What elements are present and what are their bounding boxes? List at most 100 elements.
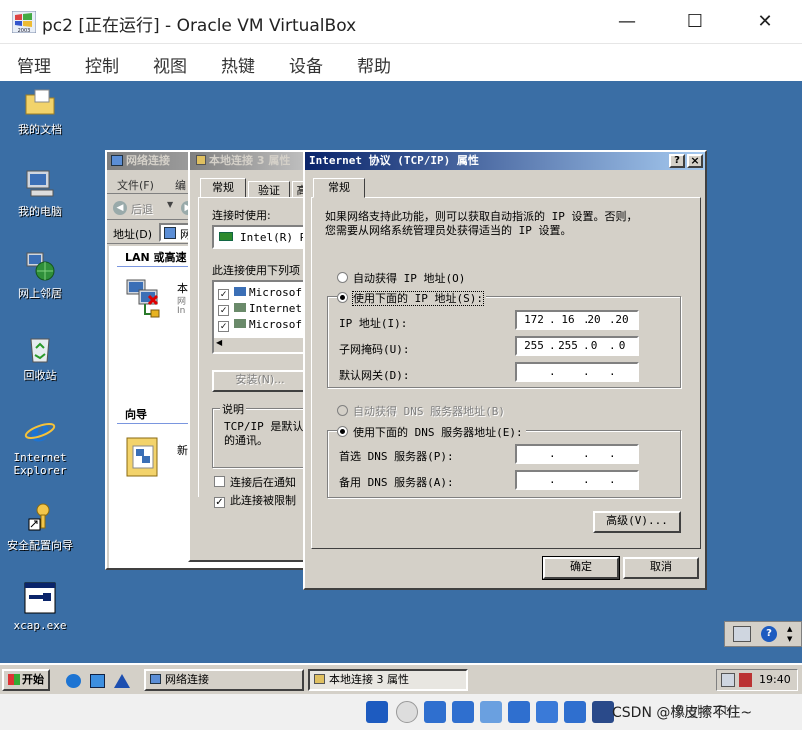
help-button[interactable]: ? bbox=[669, 154, 685, 168]
ip-address-input[interactable]: 172. 16. 20. 20 bbox=[515, 310, 639, 330]
taskbar-local-connection-props[interactable]: 本地连接 3 属性 bbox=[308, 669, 468, 691]
desktop-icon-network-places[interactable]: 网上邻居 bbox=[0, 249, 80, 300]
menu-view[interactable]: 视图 bbox=[153, 52, 187, 77]
desktop-icon-xcap[interactable]: xcap.exe bbox=[0, 581, 80, 632]
audio-icon[interactable] bbox=[424, 701, 446, 723]
menu-control[interactable]: 控制 bbox=[85, 52, 119, 77]
manual-dns-radio[interactable]: 使用下面的 DNS 服务器地址(E): bbox=[337, 424, 526, 440]
new-connection-wizard-icon[interactable] bbox=[125, 436, 161, 480]
start-button[interactable]: 开始 bbox=[2, 669, 50, 691]
desktop-icon-label: Internet Explorer bbox=[13, 451, 67, 477]
alternate-dns-label: 备用 DNS 服务器(A): bbox=[339, 476, 454, 489]
network-tray-icon[interactable] bbox=[733, 626, 751, 642]
svg-text:e: e bbox=[30, 414, 49, 447]
local-props-titlebar: 本地连接 3 属性 bbox=[190, 152, 306, 170]
local-connection-properties-window: 本地连接 3 属性 常规 验证 高 连接时使用: Intel(R) P 此连接使… bbox=[188, 150, 312, 562]
preferred-dns-input[interactable]: ... bbox=[515, 444, 639, 464]
nc-menu-file[interactable]: 文件(F) bbox=[117, 177, 154, 193]
network-disconnected-tray-icon[interactable] bbox=[721, 673, 735, 687]
desktop-icon-label: xcap.exe bbox=[13, 619, 67, 632]
taskbar-network-connections[interactable]: 网络连接 bbox=[144, 669, 304, 691]
components-hscrollbar[interactable]: ◀ bbox=[214, 338, 306, 352]
vbox-menubar: 管理 控制 视图 热键 设备 帮助 bbox=[0, 44, 802, 81]
protocol-icon bbox=[234, 303, 246, 312]
nc-section-lan: LAN 或高速 bbox=[125, 251, 187, 264]
desktop-icon-my-documents[interactable]: 我的文档 bbox=[0, 85, 80, 136]
cpu-icon[interactable] bbox=[592, 701, 614, 723]
description-text-2: 的通讯。 bbox=[224, 434, 268, 447]
tab-general[interactable]: 常规 bbox=[200, 178, 246, 198]
menu-devices[interactable]: 设备 bbox=[289, 52, 323, 77]
notify-limited-checkbox[interactable]: ✓ 此连接被限制 bbox=[214, 492, 296, 508]
tcpip-tab-general[interactable]: 常规 bbox=[313, 178, 365, 198]
subnet-mask-input[interactable]: 255. 255. 0. 0 bbox=[515, 336, 639, 356]
subnet-mask-label: 子网掩码(U): bbox=[339, 343, 410, 356]
auto-ip-radio[interactable]: 自动获得 IP 地址(O) bbox=[337, 270, 465, 286]
ok-button[interactable]: 确定 bbox=[542, 556, 620, 580]
install-button[interactable]: 安装(N)... bbox=[212, 370, 308, 392]
shared-folders-icon[interactable] bbox=[508, 701, 530, 723]
desktop-icon-security-wizard[interactable]: 安全配置向导 bbox=[0, 501, 80, 552]
scroll-arrows-icon[interactable]: ▲ ▼ bbox=[787, 624, 792, 644]
explorer-quicklaunch-icon[interactable] bbox=[114, 674, 130, 688]
minimize-icon[interactable]: — bbox=[604, 8, 650, 36]
windows-2003-icon: 2003 bbox=[12, 11, 36, 33]
ie-quicklaunch-icon[interactable] bbox=[90, 674, 105, 688]
desktop-icon-recycle-bin[interactable]: 回收站 bbox=[0, 331, 80, 382]
components-label: 此连接使用下列项 bbox=[212, 264, 300, 277]
menu-hotkeys[interactable]: 热键 bbox=[221, 52, 255, 77]
show-desktop-icon[interactable] bbox=[66, 674, 81, 688]
guest-desktop: 我的文档 我的电脑 网上邻居 回收站 e Internet Explorer 安… bbox=[0, 81, 802, 663]
connection-icon bbox=[196, 155, 206, 165]
network-adapter-icon[interactable] bbox=[452, 701, 474, 723]
key-shortcut-icon bbox=[28, 503, 50, 531]
clock: 19:40 bbox=[759, 673, 791, 686]
close-button[interactable]: × bbox=[687, 154, 703, 168]
optical-drive-icon[interactable] bbox=[396, 701, 418, 723]
default-gateway-input[interactable]: ... bbox=[515, 362, 639, 382]
auto-dns-radio[interactable]: 自动获得 DNS 服务器地址(B) bbox=[337, 403, 505, 419]
manual-ip-radio[interactable]: 使用下面的 IP 地址(S): bbox=[337, 290, 486, 306]
components-list[interactable]: ✓ Microsof ✓ Internet ✓ Microsof ◀ bbox=[212, 280, 308, 354]
back-arrow-icon[interactable]: ◀ bbox=[113, 201, 127, 215]
local-props-title: 本地连接 3 属性 bbox=[209, 154, 291, 167]
cancel-button[interactable]: 取消 bbox=[623, 557, 699, 579]
usb-icon[interactable] bbox=[480, 701, 502, 723]
nc-back-button[interactable]: 后退 bbox=[131, 201, 153, 217]
new-connection-wizard-label[interactable]: 新 bbox=[177, 442, 188, 458]
system-tray: 19:40 bbox=[716, 669, 798, 691]
hard-disk-icon[interactable] bbox=[366, 701, 388, 723]
vbox-statusbar: CSDN @橡皮擦不住~ Right Ctrl bbox=[0, 694, 802, 730]
nc-menu-edit[interactable]: 编 bbox=[175, 177, 186, 193]
computer-icon bbox=[26, 170, 54, 197]
display-icon[interactable] bbox=[536, 701, 558, 723]
desktop-icon-label: 回收站 bbox=[23, 369, 57, 382]
tab-authentication[interactable]: 验证 bbox=[248, 181, 290, 198]
desktop-icon-label: 网上邻居 bbox=[18, 287, 62, 300]
security-tray-icon[interactable] bbox=[739, 673, 752, 687]
recycle-bin-icon bbox=[30, 338, 50, 363]
desktop-icon-internet-explorer[interactable]: e Internet Explorer bbox=[0, 413, 80, 477]
show-icon-checkbox[interactable]: 连接后在通知 bbox=[214, 474, 296, 490]
close-icon[interactable]: ✕ bbox=[742, 8, 788, 36]
desktop-icon-label: 我的文档 bbox=[18, 123, 62, 136]
window-title: pc2 [正在运行] - Oracle VM VirtualBox bbox=[42, 16, 357, 36]
windows-flag-icon bbox=[8, 674, 20, 685]
scroll-left-icon[interactable]: ◀ bbox=[216, 338, 222, 347]
help-circle-icon[interactable]: ? bbox=[761, 626, 777, 642]
nc-address-label: 地址(D) bbox=[113, 228, 153, 241]
desktop-icon-my-computer[interactable]: 我的电脑 bbox=[0, 167, 80, 218]
component-item[interactable]: ✓ Microsof bbox=[218, 318, 302, 332]
tcpip-titlebar: Internet 协议 (TCP/IP) 属性 bbox=[305, 152, 705, 170]
menu-manage[interactable]: 管理 bbox=[17, 52, 51, 77]
component-item[interactable]: ✓ Internet bbox=[218, 302, 302, 316]
menu-help[interactable]: 帮助 bbox=[357, 52, 391, 77]
advanced-button[interactable]: 高级(V)... bbox=[593, 511, 681, 533]
recording-icon[interactable] bbox=[564, 701, 586, 723]
default-gateway-label: 默认网关(D): bbox=[339, 369, 410, 382]
component-item[interactable]: ✓ Microsof bbox=[218, 286, 302, 300]
lan-disconnected-icon[interactable] bbox=[125, 276, 165, 320]
maximize-icon[interactable]: ☐ bbox=[672, 8, 718, 36]
dropdown-arrow-icon[interactable]: ▼ bbox=[167, 200, 173, 209]
alternate-dns-input[interactable]: ... bbox=[515, 470, 639, 490]
